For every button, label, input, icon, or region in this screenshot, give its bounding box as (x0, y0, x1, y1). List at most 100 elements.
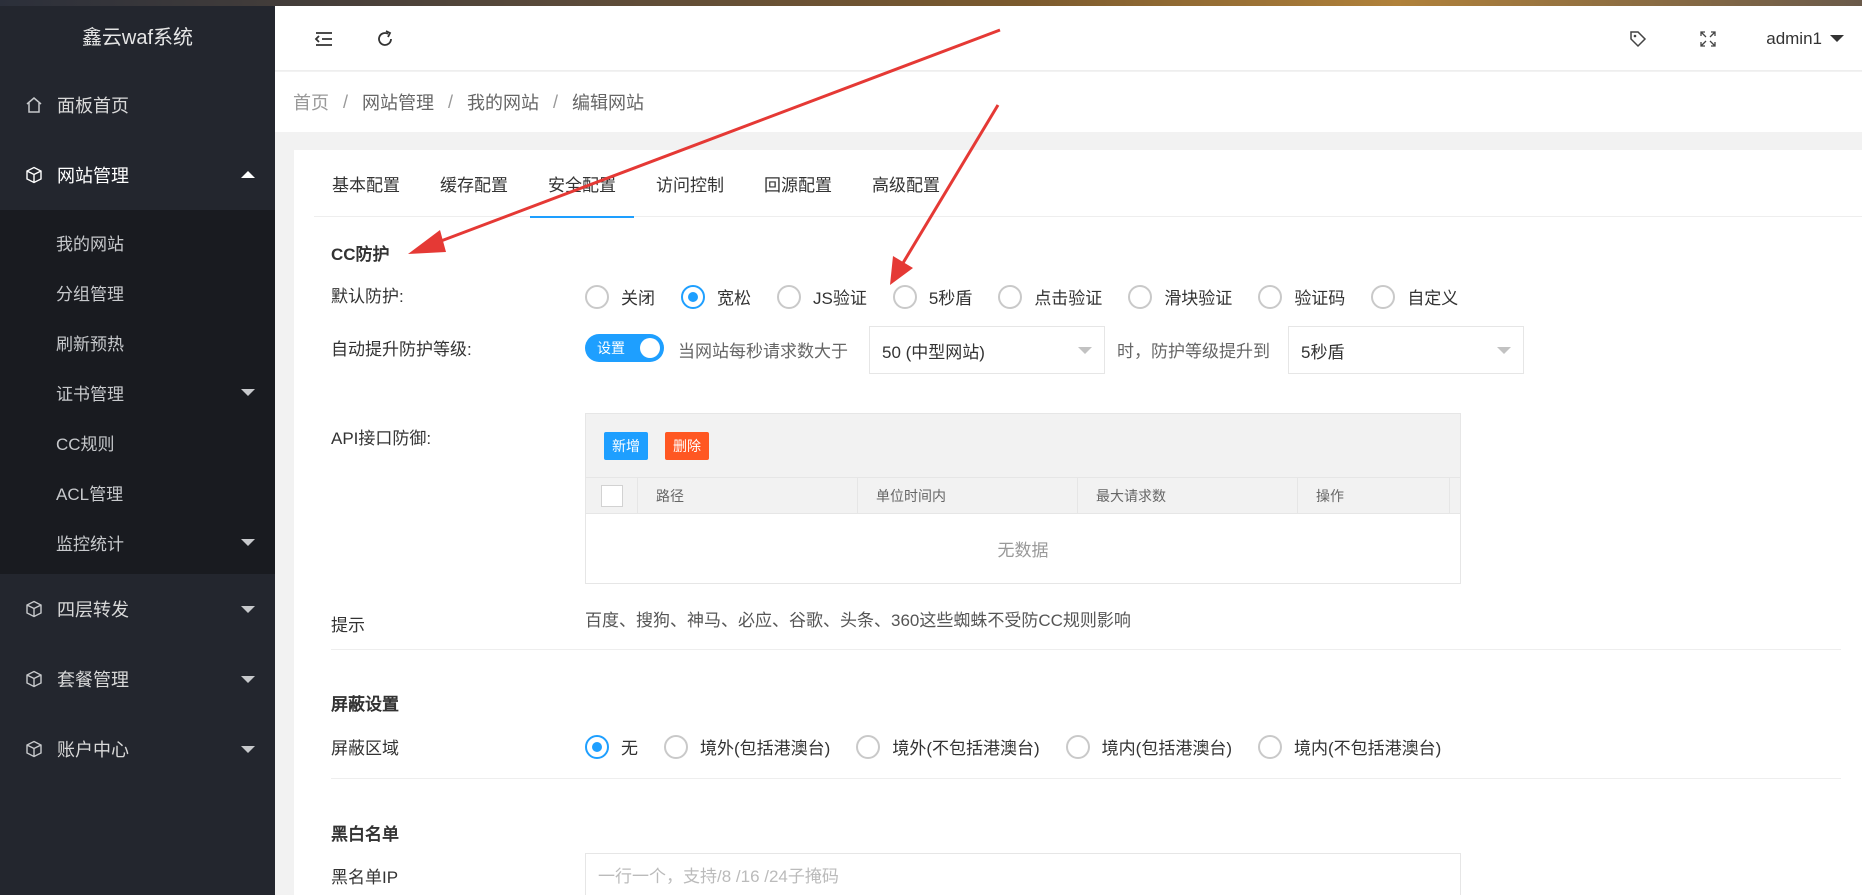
sidebar-subitem-refresh-preheat[interactable]: 刷新预热 (0, 317, 275, 367)
tip-text: 百度、搜狗、神马、必应、谷歌、头条、360这些蜘蛛不受防CC规则影响 (585, 611, 1131, 630)
upgrade-level-select[interactable]: 5秒盾 (1288, 326, 1524, 374)
radio-block-domestic-excl-hkmt[interactable]: 境内(不包括港澳台) (1257, 734, 1441, 759)
add-button[interactable]: 新增 (604, 432, 648, 460)
subitem-label: 监控统计 (56, 534, 124, 554)
radio-off[interactable]: 关闭 (585, 284, 655, 309)
tab-access-control[interactable]: 访问控制 (638, 150, 742, 217)
delete-button[interactable]: 删除 (665, 432, 709, 460)
cube-icon (25, 600, 43, 618)
radio-5s-shield[interactable]: 5秒盾 (892, 284, 972, 309)
radio-loose[interactable]: 宽松 (681, 284, 751, 309)
table-toolbar: 新增 删除 (586, 414, 1460, 478)
radio-block-domestic-incl-hkmt[interactable]: 境内(包括港澳台) (1065, 734, 1232, 759)
threshold-text-after: 时，防护等级提升到 (1117, 342, 1270, 361)
radio-circle (1371, 284, 1396, 309)
sidebar-item-label: 四层转发 (57, 600, 129, 620)
chevron-down-icon (241, 746, 255, 753)
radio-slider-verify[interactable]: 滑块验证 (1128, 284, 1232, 309)
sidebar-item-site-management[interactable]: 网站管理 (0, 140, 275, 210)
radio-circle (1258, 284, 1283, 309)
edit-site-card: 基本配置 缓存配置 安全配置 访问控制 回源配置 高级配置 CC防护 默认防护:… (294, 150, 1862, 895)
tab-basic[interactable]: 基本配置 (314, 150, 418, 217)
chevron-down-icon (241, 606, 255, 613)
select-all-checkbox[interactable] (601, 485, 623, 507)
radio-circle (585, 734, 609, 759)
col-actions: 操作 (1298, 478, 1450, 514)
cube-icon (25, 166, 43, 184)
breadcrumb-separator: / (553, 91, 559, 112)
radio-circle (892, 284, 917, 309)
auto-upgrade-switch[interactable]: 设置 (585, 334, 664, 362)
sidebar-subitem-acl[interactable]: ACL管理 (0, 467, 275, 517)
radio-captcha[interactable]: 验证码 (1258, 284, 1345, 309)
breadcrumb-edit-site: 编辑网站 (572, 93, 645, 113)
blacklist-ip-textarea[interactable]: 一行一个，支持/8 /16 /24子掩码 (585, 853, 1461, 895)
tab-origin[interactable]: 回源配置 (746, 150, 850, 217)
chevron-down-icon (241, 539, 255, 546)
radio-js-verify[interactable]: JS验证 (777, 284, 867, 309)
api-rules-table: 新增 删除 路径 单位时间内 最大请求数 操作 无数据 (585, 413, 1461, 584)
subitem-label: 刷新预热 (56, 334, 124, 354)
app-logo-title: 鑫云waf系统 (81, 27, 194, 49)
sidebar-item-label: 账户中心 (57, 740, 129, 760)
radio-label: 宽松 (717, 289, 751, 308)
tab-cache[interactable]: 缓存配置 (422, 150, 526, 217)
radio-label: 滑块验证 (1164, 289, 1233, 308)
radio-circle (998, 284, 1023, 309)
sidebar-subitem-monitoring[interactable]: 监控统计 (0, 517, 275, 567)
radio-label: 境内(包括港澳台) (1101, 739, 1232, 758)
auto-upgrade-label: 自动提升防护等级: (331, 340, 472, 359)
col-path: 路径 (638, 478, 858, 514)
home-icon (25, 96, 43, 114)
switch-text: 设置 (597, 340, 625, 356)
sidebar-subitem-groups[interactable]: 分组管理 (0, 267, 275, 317)
tip-label: 提示 (331, 616, 365, 635)
sidebar-subitem-cc-rules[interactable]: CC规则 (0, 417, 275, 467)
sidebar-item-label: 网站管理 (57, 166, 129, 186)
blackwhite-section-title: 黑白名单 (331, 825, 399, 844)
tag-icon[interactable] (1623, 6, 1653, 71)
breadcrumb: 首页 / 网站管理 / 我的网站 / 编辑网站 (275, 72, 1862, 132)
breadcrumb-my-sites[interactable]: 我的网站 (467, 89, 539, 115)
sidebar-item-packages[interactable]: 套餐管理 (0, 644, 275, 714)
fullscreen-icon[interactable] (1693, 6, 1723, 71)
sidebar-item-dashboard[interactable]: 面板首页 (0, 70, 275, 140)
select-value: 50 (中型网站) (882, 342, 985, 362)
radio-circle (681, 284, 705, 309)
sidebar-item-account[interactable]: 账户中心 (0, 714, 275, 784)
user-menu[interactable]: admin1 (1766, 6, 1844, 71)
section-divider (331, 778, 1841, 779)
select-value: 5秒盾 (1301, 342, 1345, 362)
radio-custom[interactable]: 自定义 (1371, 284, 1458, 309)
sidebar-subitem-certificates[interactable]: 证书管理 (0, 367, 275, 417)
radio-block-none[interactable]: 无 (585, 734, 638, 759)
sidebar-subitem-my-sites[interactable]: 我的网站 (0, 217, 275, 267)
radio-circle (585, 284, 609, 309)
sidebar-item-l4-forwarding[interactable]: 四层转发 (0, 574, 275, 644)
threshold-select[interactable]: 50 (中型网站) (869, 326, 1105, 374)
cc-section-title: CC防护 (331, 245, 390, 264)
subitem-label: ACL管理 (56, 484, 124, 504)
radio-label: 点击验证 (1034, 289, 1103, 308)
radio-click-verify[interactable]: 点击验证 (998, 284, 1102, 309)
sidebar-submenu: 我的网站 分组管理 刷新预热 证书管理 CC规则 ACL管理 监控统计 (0, 210, 275, 574)
refresh-icon[interactable] (370, 6, 400, 71)
menu-fold-icon[interactable] (309, 6, 339, 71)
subitem-label: CC规则 (56, 434, 115, 454)
breadcrumb-separator: / (448, 91, 454, 112)
radio-circle (1128, 284, 1153, 309)
tab-advanced[interactable]: 高级配置 (854, 150, 958, 217)
sidebar-item-label: 套餐管理 (57, 670, 129, 690)
breadcrumb-site-management[interactable]: 网站管理 (362, 89, 434, 115)
radio-block-overseas-excl-hkmt[interactable]: 境外(不包括港澳台) (856, 734, 1040, 759)
breadcrumb-separator: / (343, 91, 349, 112)
radio-block-overseas-incl-hkmt[interactable]: 境外(包括港澳台) (664, 734, 830, 759)
block-area-radios: 无 境外(包括港澳台) 境外(不包括港澳台) 境内(包括港澳台) 境内(不包括港… (585, 734, 1467, 759)
username: admin1 (1766, 28, 1822, 48)
radio-label: JS验证 (813, 289, 867, 308)
tab-security[interactable]: 安全配置 (530, 150, 634, 218)
radio-label: 关闭 (621, 289, 655, 308)
breadcrumb-home[interactable]: 首页 (293, 89, 329, 115)
chevron-down-icon (241, 676, 255, 683)
radio-label: 验证码 (1294, 289, 1346, 308)
